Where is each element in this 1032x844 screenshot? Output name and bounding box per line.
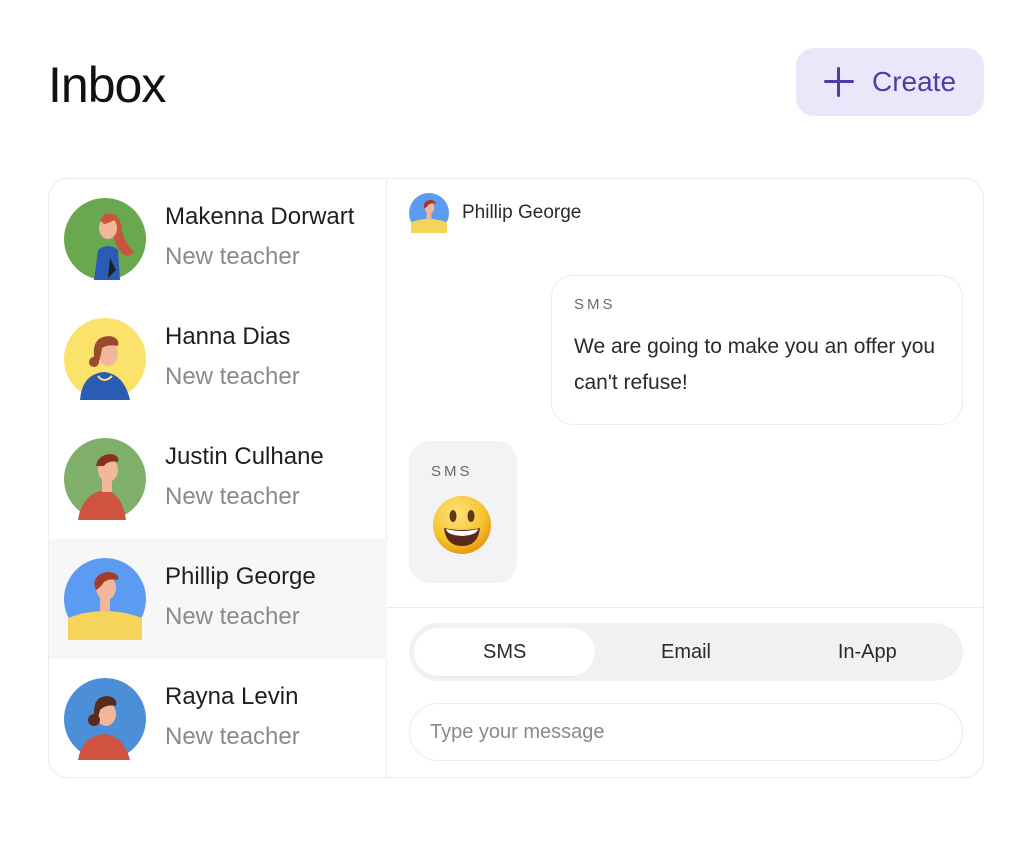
contact-name: Hanna Dias bbox=[165, 323, 291, 350]
message-channel-label: SMS bbox=[431, 463, 473, 480]
create-button-label: Create bbox=[871, 66, 957, 97]
message-input[interactable] bbox=[409, 703, 963, 761]
tab-email[interactable]: Email bbox=[595, 628, 776, 676]
outgoing-message: SMS We are going to make you an offer yo… bbox=[551, 275, 963, 425]
channel-tabs: SMS Email In-App bbox=[409, 623, 963, 681]
avatar bbox=[64, 318, 146, 400]
contact-role: New teacher bbox=[165, 483, 300, 510]
avatar bbox=[64, 558, 146, 640]
contact-item-makenna-dorwart[interactable]: Makenna Dorwart New teacher bbox=[49, 179, 387, 299]
contact-role: New teacher bbox=[165, 603, 300, 630]
contact-name: Justin Culhane bbox=[165, 443, 324, 470]
avatar bbox=[64, 198, 146, 280]
grinning-face-emoji-icon bbox=[433, 496, 491, 554]
contact-role: New teacher bbox=[165, 243, 300, 270]
contact-item-rayna-levin[interactable]: Rayna Levin New teacher bbox=[49, 659, 387, 777]
conversation-header: Phillip George bbox=[409, 193, 581, 233]
contact-item-phillip-george[interactable]: Phillip George New teacher bbox=[49, 539, 387, 659]
contact-name: Rayna Levin bbox=[165, 683, 299, 710]
create-button[interactable]: Create bbox=[796, 48, 984, 116]
avatar bbox=[64, 678, 146, 760]
contact-role: New teacher bbox=[165, 363, 300, 390]
message-text: We are going to make you an offer you ca… bbox=[574, 335, 936, 394]
message-channel-label: SMS bbox=[574, 296, 616, 313]
contact-name: Makenna Dorwart bbox=[165, 203, 355, 230]
avatar bbox=[409, 193, 449, 233]
inbox-panel: Makenna Dorwart New teacher Hanna Dias N… bbox=[48, 178, 984, 778]
contact-item-justin-culhane[interactable]: Justin Culhane New teacher bbox=[49, 419, 387, 539]
page-title: Inbox bbox=[48, 57, 166, 113]
contact-role: New teacher bbox=[165, 723, 300, 750]
tab-sms[interactable]: SMS bbox=[414, 628, 596, 676]
contact-name: Phillip George bbox=[165, 563, 316, 590]
incoming-message: SMS bbox=[409, 441, 517, 583]
contact-list: Makenna Dorwart New teacher Hanna Dias N… bbox=[49, 179, 387, 777]
tab-in-app[interactable]: In-App bbox=[777, 628, 958, 676]
avatar bbox=[64, 438, 146, 520]
contact-item-hanna-dias[interactable]: Hanna Dias New teacher bbox=[49, 299, 387, 419]
conversation-pane: Phillip George SMS We are going to make … bbox=[387, 179, 983, 777]
composer-divider bbox=[387, 607, 983, 608]
plus-icon bbox=[823, 67, 854, 97]
conversation-contact-name: Phillip George bbox=[462, 202, 582, 223]
